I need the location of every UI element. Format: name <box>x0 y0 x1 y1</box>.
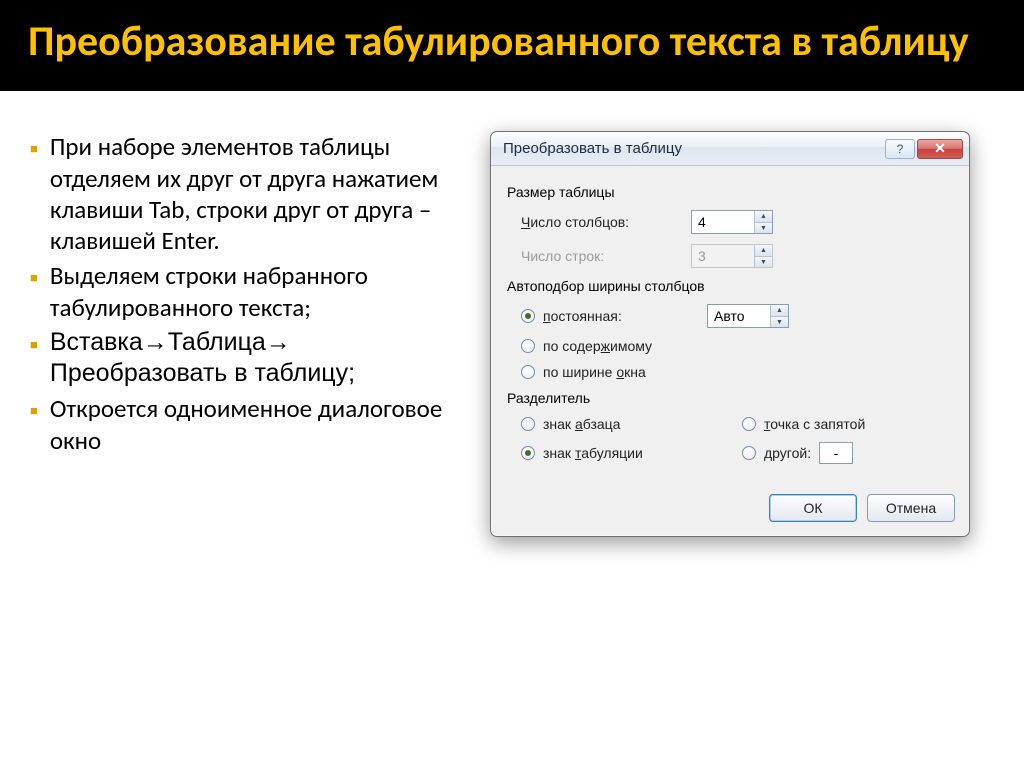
separator-grid: знак абзаца точка с запятой знак табуляц… <box>521 416 953 464</box>
columns-input[interactable] <box>692 211 754 233</box>
bullet-marker-icon: ■ <box>30 270 38 286</box>
dialog-button-bar: ОК Отмена <box>491 486 969 536</box>
ok-button[interactable]: ОК <box>769 494 857 522</box>
slide-title-area: Преобразование табулированного текста в … <box>0 0 1024 91</box>
columns-spinner[interactable]: ▲ ▼ <box>691 210 773 234</box>
content-area: ■ При наборе элементов таблицы отделяем … <box>0 91 1024 557</box>
columns-label: Число столбцов: <box>521 214 691 230</box>
fixed-width-spin-buttons: ▲ ▼ <box>770 305 788 327</box>
sep-paragraph-row: знак абзаца <box>521 416 732 432</box>
bullet-marker-icon: ■ <box>30 403 38 419</box>
bullet-item: ■ Выделяем строки набранного табулирован… <box>30 260 470 323</box>
bullet-text: При наборе элементов таблицы отделяем их… <box>50 131 470 256</box>
bullet-marker-icon: ■ <box>30 141 38 157</box>
sep-tab-label: знак табуляции <box>543 445 643 461</box>
dialog-screenshot: Преобразовать в таблицу ? ✕ Размер табли… <box>490 131 994 537</box>
close-button[interactable]: ✕ <box>917 139 963 159</box>
fixed-width-radio[interactable] <box>521 309 535 323</box>
sep-tab-radio[interactable] <box>521 446 535 460</box>
sep-paragraph-label: знак абзаца <box>543 416 620 432</box>
sep-other-row: другой: <box>742 442 953 464</box>
fixed-width-input[interactable] <box>708 305 770 327</box>
sep-semicolon-row: точка с запятой <box>742 416 953 432</box>
sep-semicolon-radio[interactable] <box>742 417 756 431</box>
sep-other-label: другой: <box>764 445 811 461</box>
bullet-item: ■ При наборе элементов таблицы отделяем … <box>30 131 470 256</box>
help-button[interactable]: ? <box>885 139 915 159</box>
group-autofit-header: Автоподбор ширины столбцов <box>507 278 953 294</box>
rows-spin-buttons: ▲ ▼ <box>754 245 772 267</box>
spin-down-icon[interactable]: ▼ <box>771 317 788 328</box>
rows-row: Число строк: ▲ ▼ <box>521 244 953 268</box>
group-size-header: Размер таблицы <box>507 184 953 200</box>
bullet-text: Откроется одноименное диалоговое окно <box>50 393 470 456</box>
dialog-titlebar[interactable]: Преобразовать в таблицу ? ✕ <box>491 132 969 166</box>
fixed-width-spinner[interactable]: ▲ ▼ <box>707 304 789 328</box>
close-icon: ✕ <box>934 140 946 157</box>
group-separator-header: Разделитель <box>507 390 953 406</box>
bullet-text: Выделяем строки набранного табулированно… <box>50 260 470 323</box>
convert-to-table-dialog: Преобразовать в таблицу ? ✕ Размер табли… <box>490 131 970 537</box>
spin-down-icon[interactable]: ▼ <box>755 223 772 234</box>
sep-paragraph-radio[interactable] <box>521 417 535 431</box>
spin-down-icon: ▼ <box>755 257 772 268</box>
help-icon: ? <box>897 142 904 156</box>
autofit-window-radio[interactable] <box>521 365 535 379</box>
rows-input <box>692 245 754 267</box>
dialog-title: Преобразовать в таблицу <box>503 140 883 157</box>
columns-row: Число столбцов: ▲ ▼ <box>521 210 953 234</box>
sep-semicolon-label: точка с запятой <box>764 416 865 432</box>
fixed-width-label: постоянная: <box>543 308 699 324</box>
autofit-window-row: по ширине окна <box>521 364 953 380</box>
dialog-body: Размер таблицы Число столбцов: ▲ ▼ Число… <box>491 166 969 486</box>
bullet-list: ■ При наборе элементов таблицы отделяем … <box>30 131 470 537</box>
sep-other-input[interactable] <box>819 442 853 464</box>
rows-spinner: ▲ ▼ <box>691 244 773 268</box>
bullet-item: ■ Вставка→Таблица→ Преобразовать в табли… <box>30 327 470 390</box>
spin-up-icon[interactable]: ▲ <box>755 211 772 223</box>
bullet-item: ■ Откроется одноименное диалоговое окно <box>30 393 470 456</box>
bullet-marker-icon: ■ <box>30 337 38 353</box>
spin-up-icon[interactable]: ▲ <box>771 305 788 317</box>
slide-title: Преобразование табулированного текста в … <box>28 18 996 66</box>
bullet-text: Вставка→Таблица→ Преобразовать в таблицу… <box>50 327 470 390</box>
fixed-width-row: постоянная: ▲ ▼ <box>521 304 953 328</box>
sep-other-radio[interactable] <box>742 446 756 460</box>
autofit-content-row: по содержимому <box>521 338 953 354</box>
columns-spin-buttons: ▲ ▼ <box>754 211 772 233</box>
autofit-window-label: по ширине окна <box>543 364 646 380</box>
sep-tab-row: знак табуляции <box>521 442 732 464</box>
autofit-content-radio[interactable] <box>521 339 535 353</box>
cancel-button[interactable]: Отмена <box>867 494 955 522</box>
spin-up-icon: ▲ <box>755 245 772 257</box>
rows-label: Число строк: <box>521 248 691 264</box>
autofit-content-label: по содержимому <box>543 338 652 354</box>
